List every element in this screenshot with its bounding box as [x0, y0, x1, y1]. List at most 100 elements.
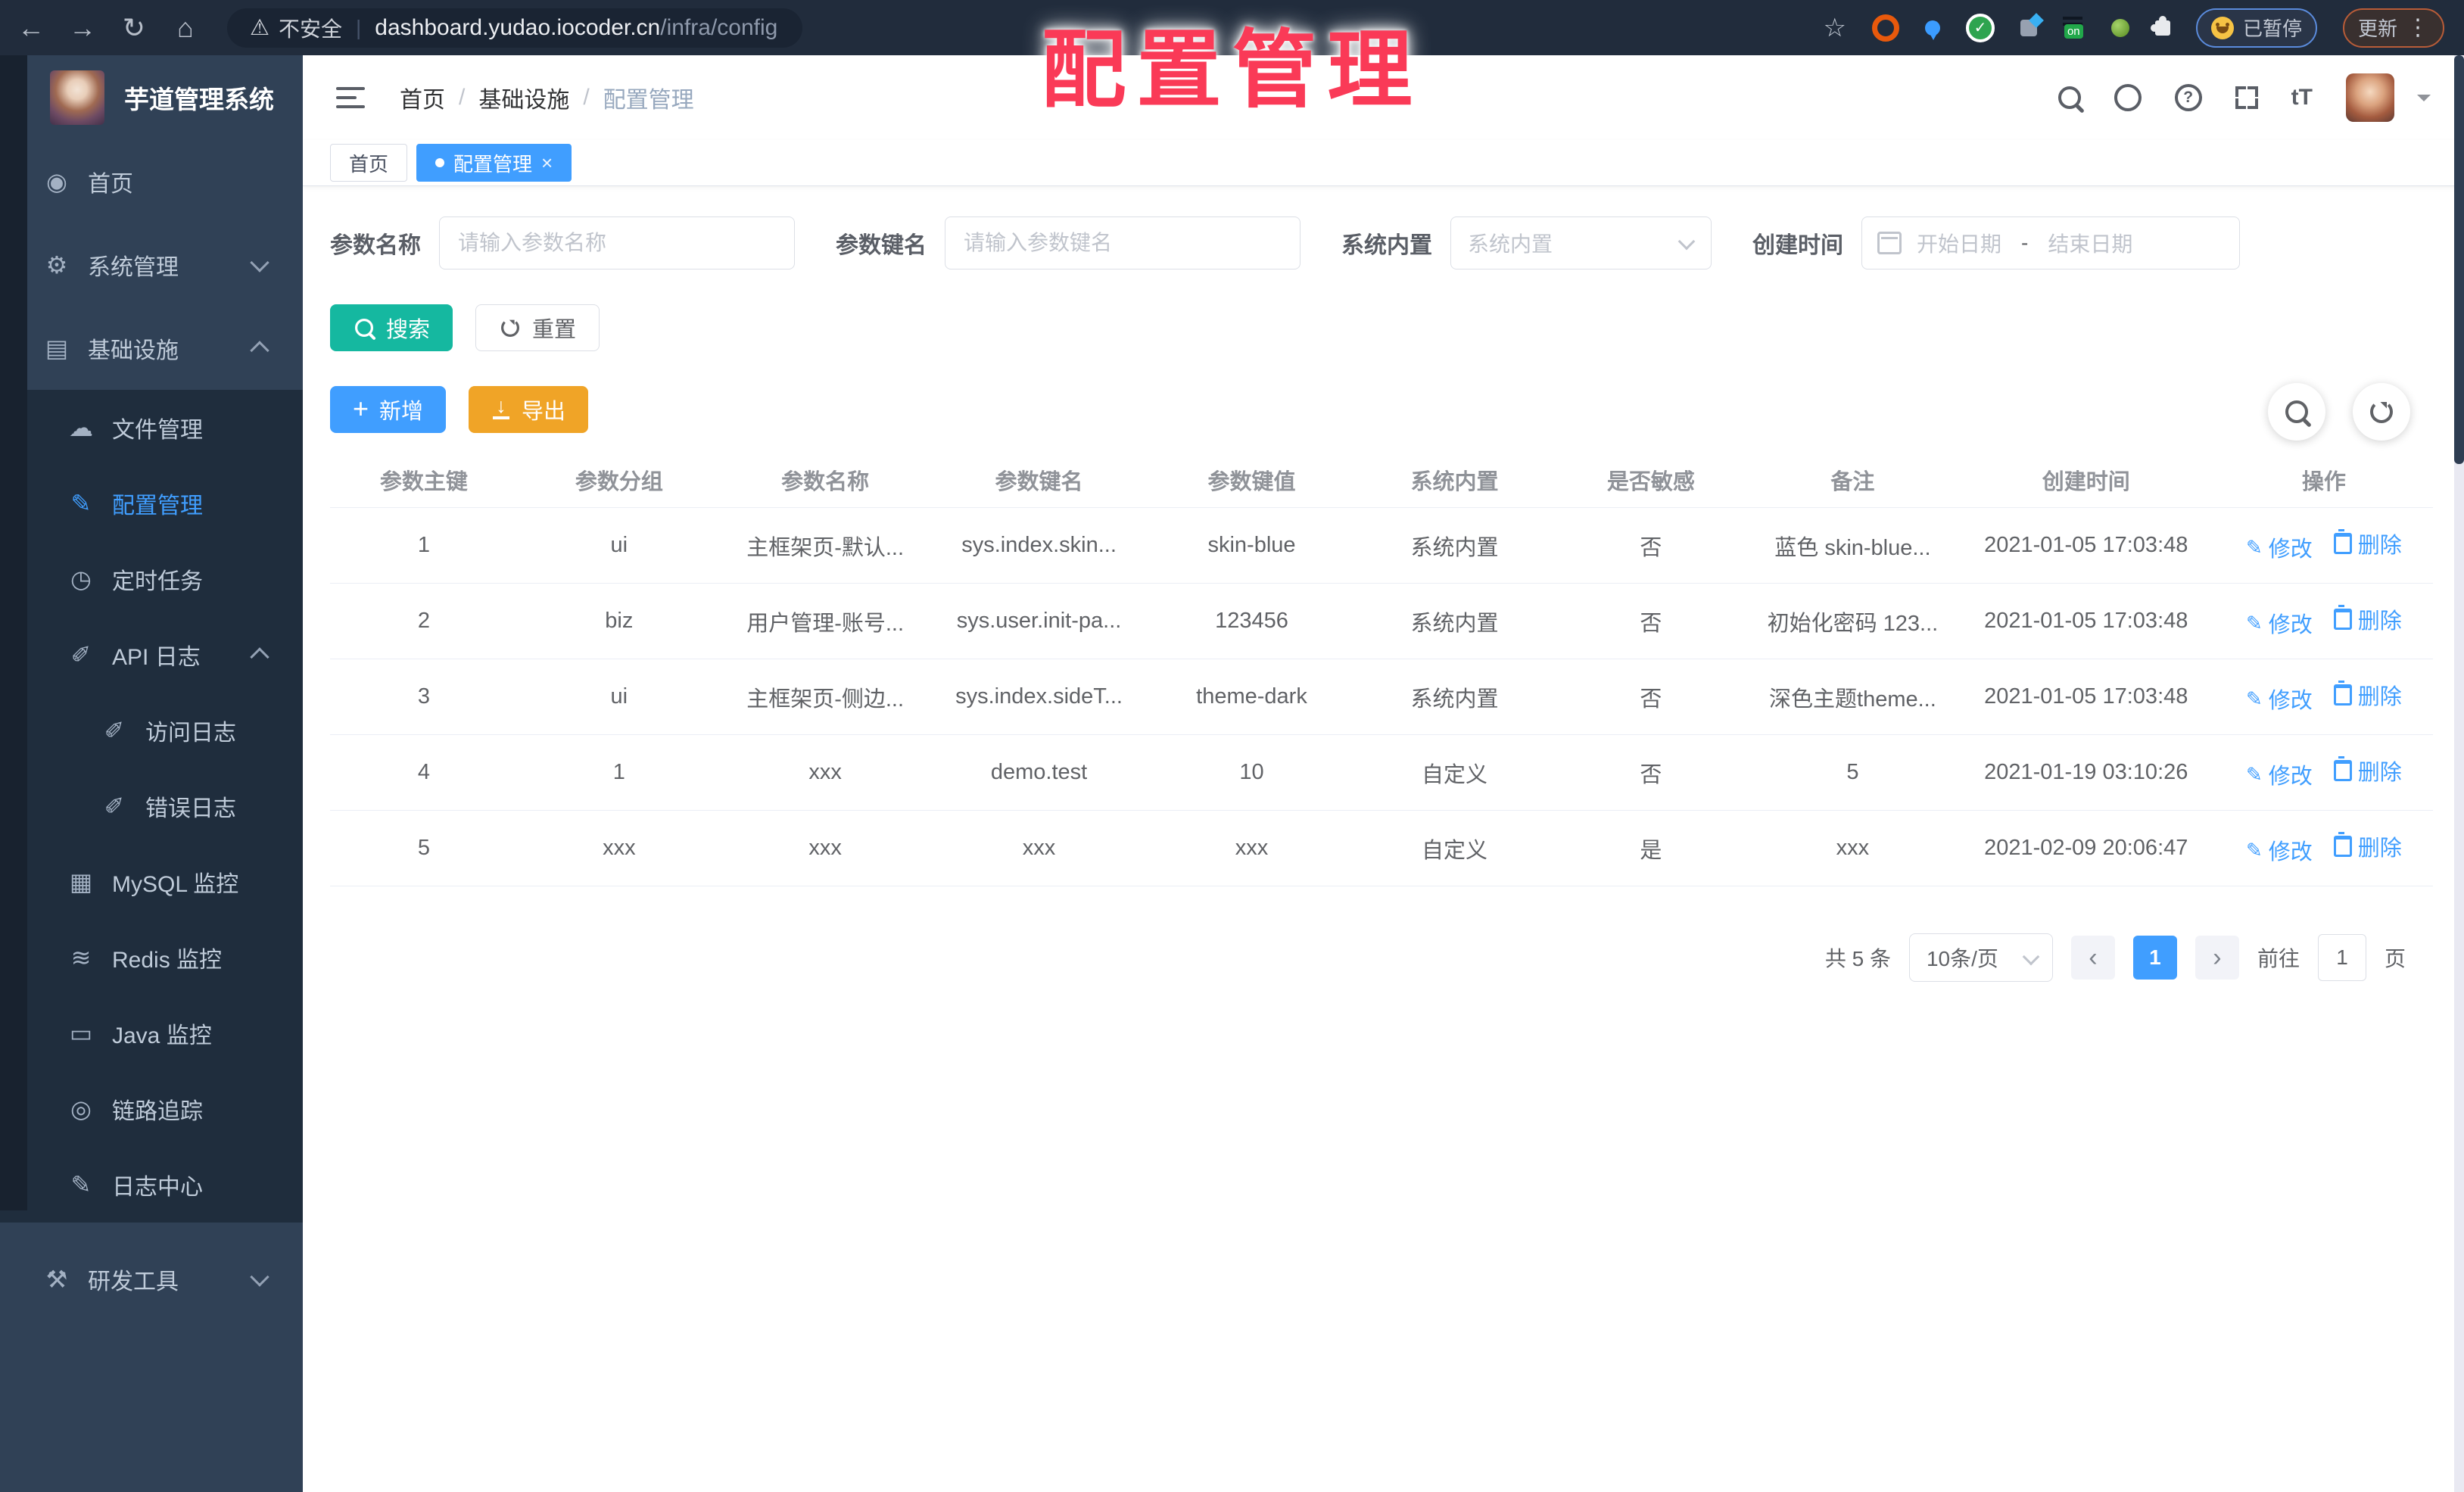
trash-icon	[2333, 604, 2352, 630]
column-header-sensitive: 是否敏感	[1553, 453, 1749, 508]
chevron-up-icon	[250, 647, 269, 667]
bookmark-star-icon[interactable]: ☆	[1823, 13, 1846, 43]
sidebar-item-redis-monitor[interactable]: ≋ Redis 监控	[0, 920, 303, 995]
edit-pencil-icon	[2246, 687, 2263, 712]
extension-green-icon[interactable]	[2110, 18, 2129, 37]
prev-page-button[interactable]: ‹	[2070, 936, 2115, 980]
sidebar-item-log-center[interactable]: ✎ 日志中心	[0, 1147, 303, 1223]
current-page-button[interactable]: 1	[2132, 936, 2177, 980]
table-tools	[2268, 383, 2410, 441]
column-header-group: 参数分组	[517, 453, 721, 508]
edit-link[interactable]: 修改	[2246, 834, 2313, 866]
browser-refresh-icon[interactable]: ↻	[114, 8, 154, 48]
goto-page-input[interactable]	[2317, 934, 2366, 981]
app-logo-row[interactable]: 芋道管理系统	[0, 55, 303, 140]
breadcrumb-separator: /	[459, 85, 466, 110]
chevron-up-icon	[250, 341, 269, 360]
param-key-label: 参数键名	[836, 233, 927, 258]
extension-on-badge-icon[interactable]: on	[2062, 15, 2086, 41]
trace-eye-icon: ◎	[70, 1095, 92, 1123]
scrollbar-track[interactable]	[2454, 55, 2464, 1492]
paused-label: 已暂停	[2242, 17, 2302, 40]
browser-home-icon[interactable]: ⌂	[165, 8, 206, 48]
sidebar-item-label: 系统管理	[88, 255, 179, 280]
sidebar-item-file-management[interactable]: ☁ 文件管理	[0, 390, 303, 466]
address-bar[interactable]: ⚠ 不安全 | dashboard.yudao.iocoder.cn/infra…	[227, 8, 802, 48]
delete-link[interactable]: 删除	[2333, 755, 2402, 786]
table-body: 1 ui 主框架页-默认... sys.index.skin... skin-blue 系…	[330, 507, 2433, 886]
emoji-face-icon	[2210, 16, 2234, 39]
sidebar-item-java-monitor[interactable]: ▭ Java 监控	[0, 995, 303, 1071]
edit-pencil-icon	[2246, 838, 2263, 863]
font-size-icon[interactable]: tT	[2291, 85, 2313, 111]
delete-link[interactable]: 删除	[2333, 679, 2402, 711]
sidebar-item-home[interactable]: ◉ 首页	[0, 140, 303, 223]
search-icon[interactable]	[2057, 86, 2081, 109]
cell-group: 1	[517, 734, 721, 811]
sidebar-item-config-management[interactable]: ✎ 配置管理	[0, 466, 303, 541]
param-name-input[interactable]	[439, 216, 795, 269]
error-log-icon: ✐	[104, 793, 125, 820]
next-page-button[interactable]: ›	[2195, 936, 2239, 980]
cell-created: 2021-01-05 17:03:48	[1957, 659, 2215, 735]
browser-menu-icon[interactable]: ⋮	[2406, 14, 2429, 41]
edit-link[interactable]: 修改	[2246, 531, 2313, 563]
cell-param-key: sys.index.skin...	[930, 507, 1148, 584]
edit-link[interactable]: 修改	[2246, 758, 2313, 790]
tab-config-management[interactable]: 配置管理 ×	[416, 144, 572, 182]
reset-button[interactable]: 重置	[475, 304, 600, 351]
reset-button-label: 重置	[532, 318, 577, 342]
sidebar-item-devtools[interactable]: ⚒ 研发工具	[0, 1238, 303, 1321]
github-icon[interactable]	[2114, 84, 2142, 111]
sidebar-item-link-trace[interactable]: ◎ 链路追踪	[0, 1071, 303, 1147]
delete-link[interactable]: 删除	[2333, 830, 2402, 862]
add-button[interactable]: 新增	[330, 386, 447, 433]
date-range-picker[interactable]: 开始日期 - 结束日期	[1861, 216, 2240, 269]
collapse-sidebar-icon[interactable]	[336, 87, 365, 108]
refresh-table-button[interactable]	[2353, 383, 2410, 441]
paused-badge[interactable]: 已暂停	[2195, 8, 2317, 48]
browser-update-button[interactable]: 更新 ⋮	[2342, 8, 2444, 48]
sidebar-item-infrastructure[interactable]: ▤ 基础设施	[0, 307, 303, 390]
breadcrumb-separator: /	[583, 85, 590, 110]
breadcrumb-infrastructure[interactable]: 基础设施	[478, 81, 569, 114]
scrollbar-thumb[interactable]	[2454, 55, 2464, 464]
extension-pin-icon[interactable]	[1924, 20, 1940, 40]
extension-gray-icon[interactable]	[2020, 19, 2037, 36]
extensions-puzzle-icon[interactable]	[2150, 15, 2170, 36]
param-key-input[interactable]	[945, 216, 1301, 269]
export-button[interactable]: 导出	[469, 386, 589, 433]
sidebar-item-scheduled-tasks[interactable]: ◷ 定时任务	[0, 541, 303, 617]
sidebar-item-system-management[interactable]: ⚙ 系统管理	[0, 223, 303, 307]
delete-link[interactable]: 删除	[2333, 528, 2402, 559]
tab-home[interactable]: 首页	[330, 144, 408, 182]
breadcrumb-home[interactable]: 首页	[400, 81, 445, 114]
extension-donut-icon[interactable]	[1871, 14, 1899, 42]
sidebar-menu: ◉ 首页 ⚙ 系统管理 ▤ 基础设施 ☁ 文件管理 ✎ 配置管理 ◷ 定时任务 ✐ API 日志 ✐ 访问日志…	[0, 140, 303, 1321]
extension-check-icon[interactable]: ✓	[1965, 13, 1995, 42]
sidebar-item-api-logs[interactable]: ✐ API 日志	[0, 617, 303, 693]
sidebar-item-access-logs[interactable]: ✐ 访问日志	[0, 693, 303, 768]
cloud-upload-icon: ☁	[69, 414, 93, 441]
search-button[interactable]: 搜索	[330, 304, 453, 351]
cell-sensitive: 否	[1553, 507, 1749, 584]
user-avatar[interactable]	[2346, 73, 2394, 122]
table-row: 4 1 xxx demo.test 10 自定义否 5 2021-01-19 03:10:26…	[330, 734, 2433, 811]
sidebar-item-label: 研发工具	[88, 1269, 179, 1294]
sidebar-item-label: 首页	[88, 172, 133, 197]
help-icon[interactable]: ?	[2174, 84, 2202, 111]
delete-link[interactable]: 删除	[2333, 603, 2402, 635]
browser-back-icon[interactable]: ←	[11, 8, 51, 48]
builtin-type-select[interactable]: 系统内置	[1450, 216, 1712, 269]
sidebar-item-error-logs[interactable]: ✐ 错误日志	[0, 768, 303, 844]
close-tab-icon[interactable]: ×	[541, 153, 553, 173]
caret-down-icon[interactable]	[2417, 94, 2431, 108]
browser-forward-icon[interactable]: →	[62, 8, 103, 48]
fullscreen-icon[interactable]	[2235, 86, 2258, 109]
toggle-search-button[interactable]	[2268, 383, 2325, 441]
overlay-title: 配置管理	[1041, 23, 1423, 117]
sidebar-item-mysql-monitor[interactable]: ▦ MySQL 监控	[0, 844, 303, 920]
page-size-select[interactable]: 10条/页	[1908, 933, 2053, 982]
edit-link[interactable]: 修改	[2246, 683, 2313, 715]
edit-link[interactable]: 修改	[2246, 607, 2313, 639]
